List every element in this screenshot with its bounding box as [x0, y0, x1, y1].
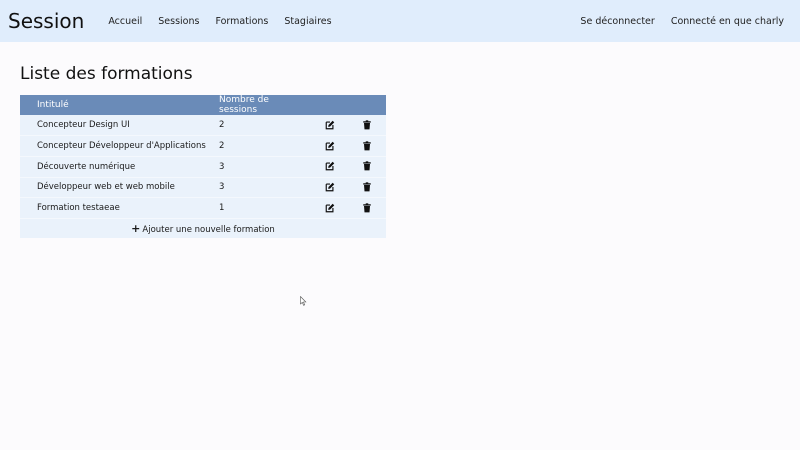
column-header-sessions-count: Nombre de sessions: [219, 95, 269, 115]
trash-icon[interactable]: [362, 161, 372, 171]
nav-sessions[interactable]: Sessions: [158, 16, 199, 27]
add-formation-label: Ajouter une nouvelle formation: [142, 225, 275, 236]
formations-table: Intitulé Nombre de sessions Concepteur D…: [20, 95, 386, 238]
delete-cell: [351, 156, 386, 178]
nav-accueil[interactable]: Accueil: [108, 16, 142, 27]
delete-cell: [351, 197, 386, 219]
edit-icon[interactable]: [325, 120, 335, 130]
nav-formations[interactable]: Formations: [215, 16, 268, 27]
formation-name: Formation testaeae: [20, 197, 219, 219]
table-header-row: Intitulé Nombre de sessions: [20, 95, 386, 115]
edit-cell: [309, 156, 351, 178]
trash-icon[interactable]: [362, 141, 372, 151]
edit-cell: [309, 135, 351, 157]
table-row: Concepteur Développeur d'Applications 2: [20, 135, 386, 157]
navbar-left: Session Accueil Sessions Formations Stag…: [8, 9, 340, 33]
trash-icon[interactable]: [362, 182, 372, 192]
column-header-intitule: Intitulé: [37, 100, 69, 110]
formation-name: Concepteur Design UI: [20, 115, 219, 137]
column-header-edit: [309, 95, 351, 115]
edit-icon[interactable]: [325, 161, 335, 171]
edit-icon[interactable]: [325, 203, 335, 213]
plus-icon: +: [131, 222, 141, 236]
logout-link[interactable]: Se déconnecter: [580, 16, 654, 27]
formations-table-container: Intitulé Nombre de sessions Concepteur D…: [20, 95, 386, 239]
delete-cell: [351, 177, 386, 199]
sessions-count: 3: [219, 177, 309, 199]
delete-cell: [351, 135, 386, 157]
nav-stagiaires[interactable]: Stagiaires: [284, 16, 331, 27]
mouse-cursor-icon: [300, 296, 307, 306]
user-status[interactable]: Connecté en que charly: [671, 16, 784, 27]
sessions-count: 2: [219, 135, 309, 157]
add-row: + Ajouter une nouvelle formation: [20, 218, 386, 238]
sessions-count: 3: [219, 156, 309, 178]
trash-icon[interactable]: [362, 203, 372, 213]
navbar-right: Se déconnecter Connecté en que charly: [572, 16, 792, 27]
column-header-delete: [351, 95, 386, 115]
brand-logo[interactable]: Session: [8, 9, 84, 33]
delete-cell: [351, 115, 386, 137]
add-formation-link[interactable]: + Ajouter une nouvelle formation: [131, 222, 275, 236]
table-row: Développeur web et web mobile 3: [20, 177, 386, 199]
edit-icon[interactable]: [325, 182, 335, 192]
edit-icon[interactable]: [325, 141, 335, 151]
top-navbar: Session Accueil Sessions Formations Stag…: [0, 0, 800, 42]
table-row: Concepteur Design UI 2: [20, 115, 386, 137]
table-body: Concepteur Design UI 2 Concepteur Développ…: [20, 115, 386, 219]
table-row: Formation testaeae 1: [20, 197, 386, 219]
formation-name: Concepteur Développeur d'Applications: [20, 135, 219, 157]
edit-cell: [309, 177, 351, 199]
edit-cell: [309, 115, 351, 137]
add-cell: + Ajouter une nouvelle formation: [20, 218, 386, 238]
formation-name: Découverte numérique: [20, 156, 219, 178]
table-row: Découverte numérique 3: [20, 156, 386, 178]
edit-cell: [309, 197, 351, 219]
trash-icon[interactable]: [362, 120, 372, 130]
sessions-count: 2: [219, 115, 309, 137]
formation-name: Développeur web et web mobile: [20, 177, 219, 199]
sessions-count: 1: [219, 197, 309, 219]
page-title: Liste des formations: [20, 64, 193, 84]
